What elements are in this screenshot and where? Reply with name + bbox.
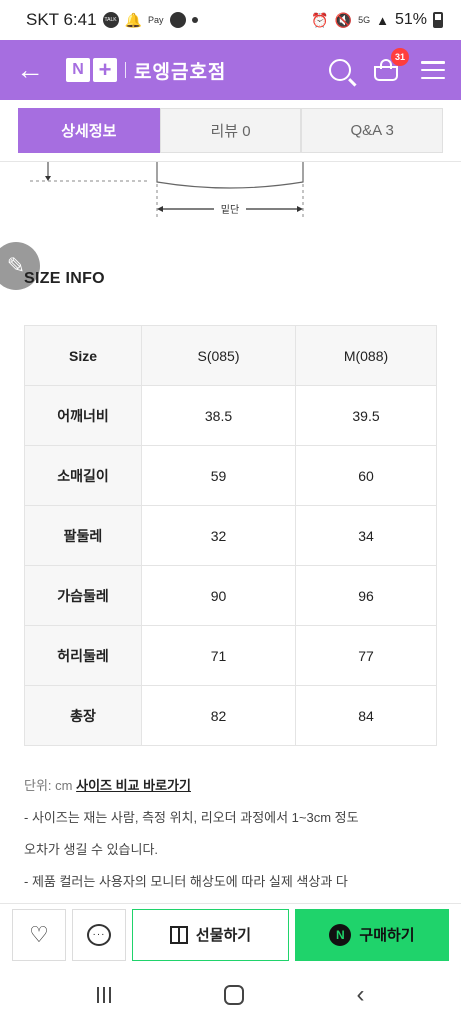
note-line: - 사이즈는 재는 사람, 측정 위치, 리오더 과정에서 1~3cm 정도: [24, 810, 359, 825]
table-row: 총장 82 84: [24, 685, 437, 746]
size-s-value: 38.5: [141, 385, 296, 446]
size-m-value: 84: [295, 685, 437, 746]
system-nav-bar: ‹: [0, 965, 461, 1024]
size-s-value: 90: [141, 565, 296, 626]
talk-icon: TALK: [102, 12, 119, 28]
logo-n: N: [66, 58, 90, 82]
size-table: Size S(085) M(088) 어깨너비 38.5 39.5 소매길이 5…: [24, 325, 437, 746]
store-name[interactable]: 로엥금호점: [134, 57, 226, 84]
size-m-value: 39.5: [295, 385, 437, 446]
talk-icon-text: TALK: [104, 16, 117, 23]
table-row: 팔둘레 32 34: [24, 505, 437, 566]
cart-bag: [374, 66, 398, 81]
battery-percent: 51%: [394, 11, 427, 28]
measure-name: 소매길이: [24, 445, 142, 506]
back-arrow-icon[interactable]: ←: [16, 56, 44, 84]
cart-count-badge: 31: [391, 48, 409, 66]
measure-name: 어깨너비: [24, 385, 142, 446]
size-s-value: 82: [141, 685, 296, 746]
bell-icon: 🔔: [124, 11, 143, 28]
gift-label: 선물하기: [195, 927, 252, 944]
home-icon[interactable]: [223, 984, 244, 1005]
mute-icon: 🔇: [334, 11, 353, 28]
size-diagram: 밑단: [30, 162, 304, 218]
size-compare-link[interactable]: 사이즈 비교 바로가기: [76, 778, 191, 793]
app-header: ← N + 로엥금호점 31: [0, 40, 461, 100]
recent-apps-icon[interactable]: [96, 986, 111, 1003]
gift-button[interactable]: 선물하기: [132, 908, 289, 961]
unit-line: 단위: cm 사이즈 비교 바로가기: [24, 770, 444, 802]
size-m-value: 96: [295, 565, 437, 626]
table-row: 어깨너비 38.5 39.5: [24, 385, 437, 446]
more-dot-icon: [191, 17, 198, 23]
product-detail-content[interactable]: 밑단 ✎ log SIZE INFO Size S(085) M(088) 어깨…: [0, 162, 461, 903]
hamburger-menu-icon[interactable]: [421, 61, 445, 79]
buy-label: 구매하기: [359, 927, 415, 944]
table-row: 소매길이 59 60: [24, 445, 437, 506]
naver-plus-logo[interactable]: N +: [66, 57, 117, 82]
column-header: S(085): [141, 325, 296, 386]
logo-plus: +: [93, 57, 117, 82]
tab-review[interactable]: 리뷰 0: [159, 108, 302, 153]
table-row: 허리둘레 71 77: [24, 625, 437, 686]
talk-button[interactable]: ···: [72, 908, 126, 961]
pay-icon: Pay: [148, 14, 164, 25]
account-icon: [169, 12, 186, 28]
cart-icon[interactable]: 31: [373, 48, 409, 82]
column-header: Size: [24, 325, 142, 386]
size-m-value: 60: [295, 445, 437, 506]
tab-detail[interactable]: 상세정보: [18, 108, 160, 153]
size-s-value: 71: [141, 625, 296, 686]
tab-qna[interactable]: Q&A 3: [301, 108, 444, 153]
chat-bubble-icon: ···: [87, 923, 111, 946]
column-header: M(088): [295, 325, 437, 386]
size-m-value: 77: [295, 625, 437, 686]
detail-tabs: 상세정보 리뷰 0 Q&A 3: [0, 100, 461, 162]
network-label: 5G: [358, 14, 371, 25]
measure-name: 총장: [24, 685, 142, 746]
size-s-value: 59: [141, 445, 296, 506]
heart-icon: ♡: [29, 921, 49, 947]
measure-name: 허리둘레: [24, 625, 142, 686]
gift-icon: [169, 925, 188, 944]
purchase-bar: ♡ ··· 선물하기 N 구매하기: [0, 903, 461, 965]
battery-icon: [433, 12, 443, 28]
search-icon[interactable]: [329, 59, 351, 81]
buy-button[interactable]: N 구매하기: [295, 908, 449, 961]
unit-label: 단위: cm: [24, 778, 73, 793]
table-row: 가슴둘레 90 96: [24, 565, 437, 626]
measure-name: 가슴둘레: [24, 565, 142, 626]
note-line: 오차가 생길 수 있습니다.: [24, 842, 159, 857]
note-line: - 제품 컬러는 사용자의 모니터 해상도에 따라 실제 색상과 다: [24, 874, 348, 889]
alarm-icon: ⏰: [311, 11, 329, 28]
carrier-time: SKT 6:41: [26, 10, 97, 29]
npay-icon: N: [329, 923, 352, 946]
size-m-value: 34: [295, 505, 437, 566]
size-info-title: SIZE INFO: [24, 270, 105, 287]
size-notes: 단위: cm 사이즈 비교 바로가기 - 사이즈는 재는 사람, 측정 위치, …: [24, 770, 444, 898]
back-chevron-icon[interactable]: ‹: [357, 982, 365, 1007]
divider: [125, 62, 126, 78]
measure-name: 팔둘레: [24, 505, 142, 566]
status-bar: SKT 6:41 TALK 🔔 Pay ⏰ 🔇 5G ▲ 51%: [0, 0, 461, 40]
table-header-row: Size S(085) M(088): [24, 325, 437, 386]
size-s-value: 32: [141, 505, 296, 566]
hem-label: 밑단: [221, 204, 239, 216]
wishlist-button[interactable]: ♡: [12, 908, 66, 961]
signal-icon: ▲: [376, 12, 389, 28]
